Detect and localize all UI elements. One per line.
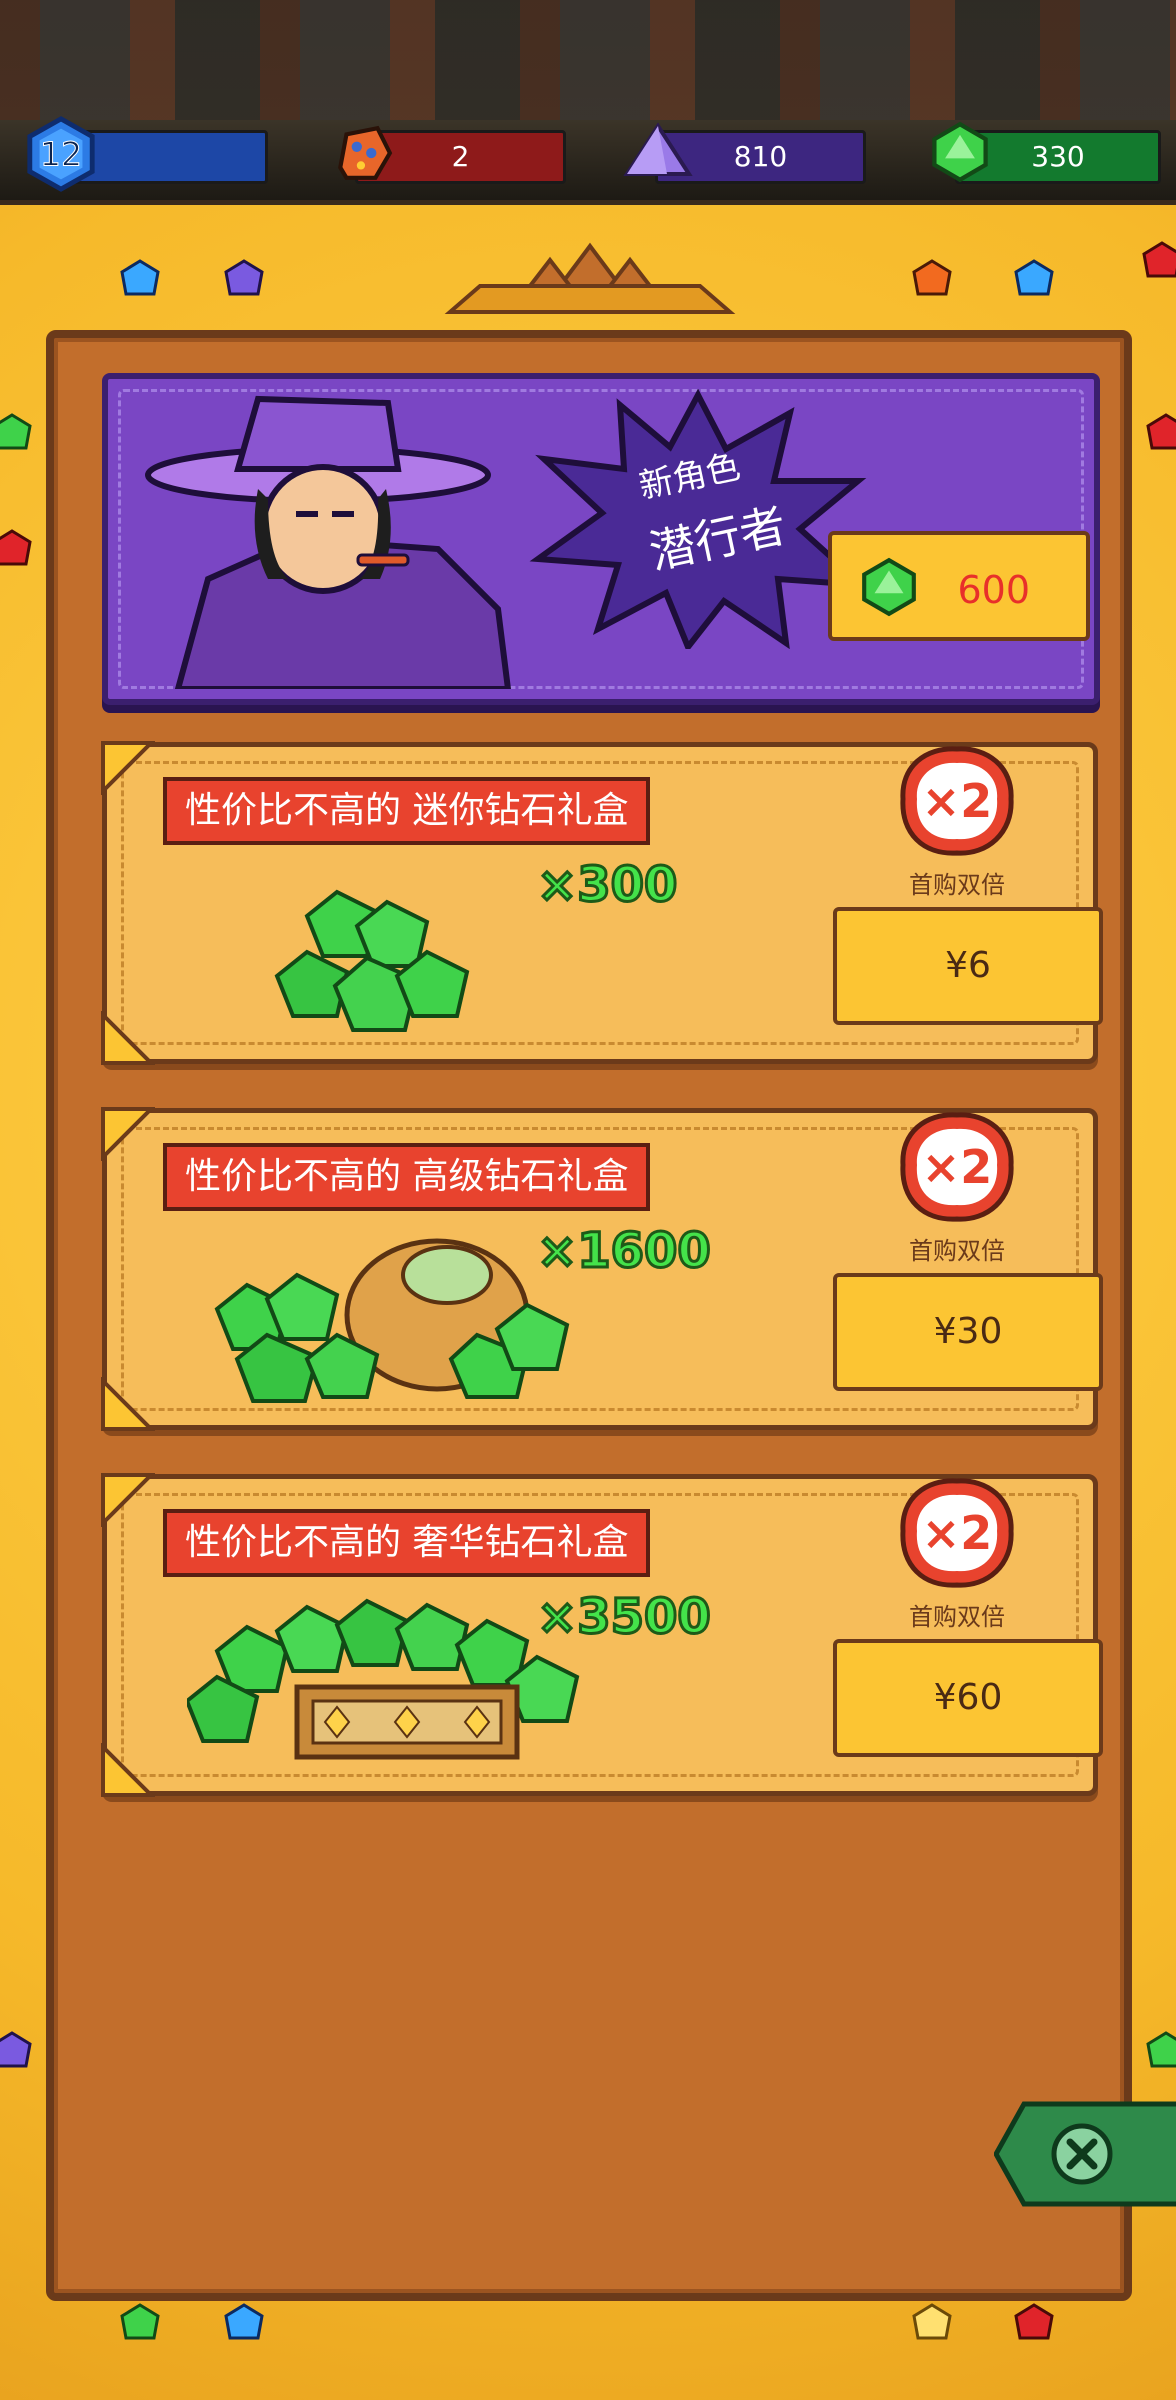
bonus-multiplier: ×2 (922, 774, 993, 828)
pack-title: 性价比不高的 奢华钻石礼盒 (163, 1509, 651, 1577)
card-corner-ornament (101, 1011, 155, 1065)
red-gem-decoration-icon (1142, 241, 1176, 278)
card-corner-ornament (101, 741, 155, 795)
purple-gem-decoration-icon (0, 2031, 32, 2068)
double-bonus-badge: ×2 (900, 1112, 1014, 1222)
buy-luxury-pack-button[interactable]: ¥60 (833, 1639, 1103, 1757)
orange-gem-decoration-icon (912, 259, 952, 296)
green-gem-decoration-icon (1146, 2031, 1176, 2068)
green-gem-decoration-icon (120, 2303, 160, 2340)
red-gem-decoration-icon (1146, 413, 1176, 450)
bonus-multiplier: ×2 (922, 1140, 993, 1194)
pack-quantity: ×3500 (536, 1588, 713, 1647)
card-corner-ornament (101, 1743, 155, 1797)
green-gem-icon (932, 121, 988, 183)
buy-mini-pack-button[interactable]: ¥6 (833, 907, 1103, 1025)
level-number: 12 (40, 135, 82, 174)
blue-gem-decoration-icon (1014, 259, 1054, 296)
first-purchase-double-label: 首购双倍 (909, 1603, 1005, 1631)
card-corner-ornament (101, 1107, 155, 1161)
top-status-bar: 12 2 810 330 (0, 0, 1176, 200)
advanced-diamond-pack-card[interactable]: 性价比不高的 高级钻石礼盒 ×1600 ×2 首购双倍 ¥30 (101, 1107, 1103, 1431)
gem-pile-small-icon (274, 889, 470, 1032)
green-gem-icon (862, 557, 916, 617)
purple-gem-decoration-icon (224, 259, 264, 296)
close-shop-button[interactable] (994, 2100, 1176, 2208)
first-purchase-double-label: 首购双倍 (909, 1237, 1005, 1265)
hero-price-value: 600 (957, 568, 1030, 612)
pack-title: 性价比不高的 高级钻石礼盒 (163, 1143, 651, 1211)
frame-crest-ornament (444, 242, 736, 314)
bonus-multiplier: ×2 (922, 1506, 993, 1560)
red-gem-decoration-icon (1014, 2303, 1054, 2340)
buy-advanced-pack-button[interactable]: ¥30 (833, 1273, 1103, 1391)
pack-title: 性价比不高的 迷你钻石礼盒 (163, 777, 651, 845)
luxury-diamond-pack-card[interactable]: 性价比不高的 奢华钻石礼盒 ×3500 ×2 首购双倍 ¥60 (101, 1473, 1103, 1797)
double-bonus-badge: ×2 (900, 746, 1014, 856)
double-bonus-badge: ×2 (900, 1478, 1014, 1588)
purple-crystal-icon (623, 122, 693, 176)
stalker-character-portrait (145, 395, 512, 689)
level-badge: 12 (27, 116, 95, 192)
forest-background (0, 0, 1176, 120)
yellow-gem-decoration-icon (912, 2303, 952, 2340)
first-purchase-double-label: 首购双倍 (909, 871, 1005, 899)
blue-gem-decoration-icon (224, 2303, 264, 2340)
card-corner-ornament (101, 1377, 155, 1431)
pack-quantity: ×1600 (536, 1222, 713, 1281)
red-stone-icon (338, 125, 393, 180)
red-gem-decoration-icon (0, 529, 32, 566)
green-gem-decoration-icon (0, 413, 32, 450)
blue-gem-decoration-icon (120, 259, 160, 296)
mini-diamond-pack-card[interactable]: 性价比不高的 迷你钻石礼盒 ×300 ×2 首购双倍 ¥6 (101, 741, 1103, 1065)
pack-quantity: ×300 (535, 856, 678, 915)
card-corner-ornament (101, 1473, 155, 1527)
